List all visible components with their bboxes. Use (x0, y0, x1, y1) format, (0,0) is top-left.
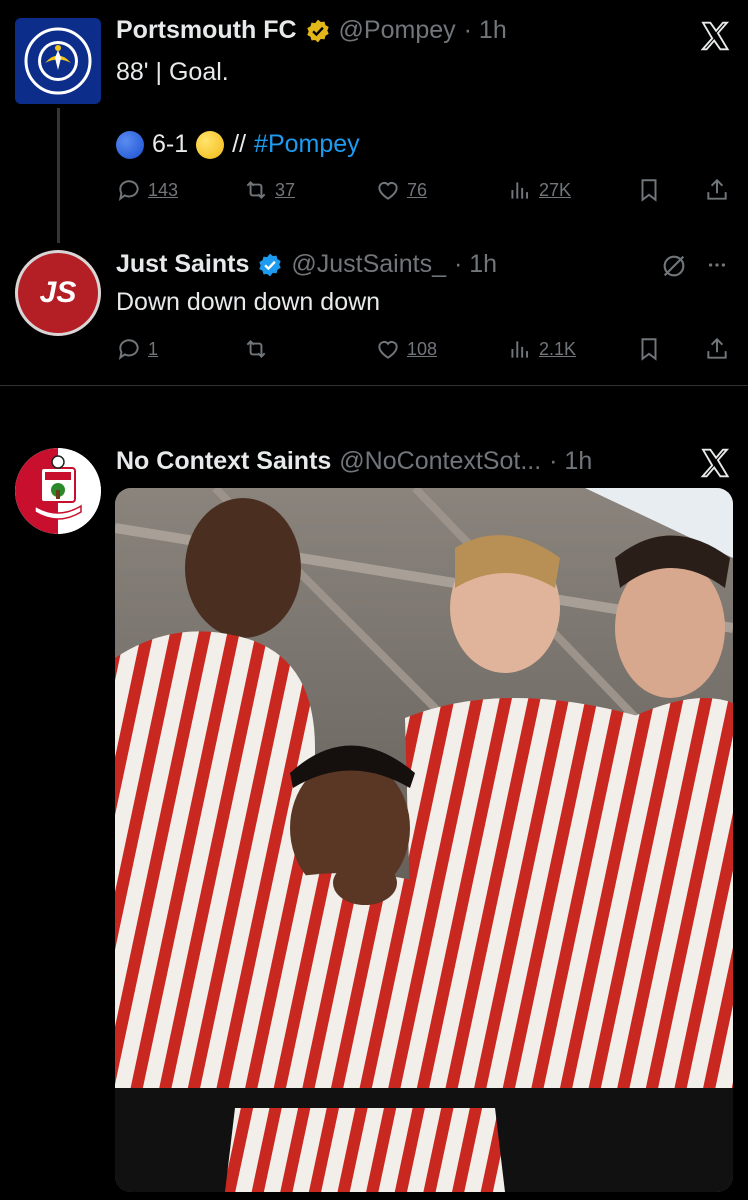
blue-circle-emoji (116, 130, 144, 159)
bookmark-icon (641, 338, 657, 361)
bookmark-button[interactable] (636, 177, 662, 203)
tweet-media-photo[interactable] (115, 488, 733, 1192)
hashtag-link[interactable]: #Pompey (254, 130, 360, 159)
bookmark-button[interactable] (636, 336, 662, 362)
no-context-saints-avatar[interactable] (15, 448, 101, 534)
reply-icon (118, 180, 139, 201)
views-icon (511, 341, 529, 358)
reply-button[interactable]: 1 (116, 336, 158, 362)
score-text: 6-1 (152, 130, 189, 158)
share-button[interactable] (704, 177, 730, 203)
x-logo-icon[interactable] (698, 447, 732, 479)
retweet-button[interactable] (243, 336, 269, 362)
tweet-text-line2: 6-1 // #Pompey (116, 130, 360, 159)
thread-line (57, 108, 60, 243)
tweet-time[interactable]: · 1h (549, 447, 592, 476)
grok-icon[interactable] (660, 252, 688, 280)
views-button[interactable]: 2.1K (507, 336, 576, 362)
verified-blue-badge-icon (259, 253, 282, 276)
tweet-text: Down down down down (116, 288, 381, 316)
views-icon (511, 182, 529, 199)
just-saints-avatar[interactable]: JS (15, 250, 101, 336)
saints-crest-icon (15, 448, 101, 534)
author-handle[interactable]: @JustSaints_ (291, 250, 446, 279)
js-logo: JS (39, 276, 77, 309)
celebration-photo (115, 488, 733, 1192)
reply-icon (118, 339, 139, 360)
views-button[interactable]: 27K (507, 177, 571, 203)
bookmark-icon (641, 179, 657, 202)
verified-gold-badge-icon (306, 19, 329, 42)
author-name[interactable]: Just Saints (116, 250, 249, 279)
retweet-icon (246, 340, 266, 358)
share-button[interactable] (704, 336, 730, 362)
like-icon (378, 341, 398, 359)
reply-button[interactable]: 143 (116, 177, 178, 203)
separator-text: // (232, 130, 247, 158)
divider (0, 385, 748, 386)
tweet-time[interactable]: · 1h (454, 250, 497, 279)
author-handle[interactable]: @NoContextSot... (339, 447, 541, 476)
like-icon (378, 182, 398, 200)
pompey-crest-icon (24, 27, 92, 95)
x-logo-icon[interactable] (698, 20, 732, 52)
retweet-button[interactable]: 37 (243, 177, 295, 203)
pompey-avatar[interactable] (15, 18, 101, 104)
retweet-icon (246, 181, 266, 199)
like-button[interactable]: 108 (375, 336, 437, 362)
author-name[interactable]: No Context Saints (116, 447, 331, 476)
author-name[interactable]: Portsmouth FC (116, 16, 297, 45)
tweet-time[interactable]: · 1h (464, 16, 507, 45)
share-icon (707, 178, 727, 200)
more-icon[interactable] (704, 254, 730, 276)
like-button[interactable]: 76 (375, 177, 427, 203)
tweet-text: 88' | Goal. (116, 58, 229, 86)
share-icon (707, 337, 727, 359)
yellow-circle-emoji (196, 130, 225, 159)
author-handle[interactable]: @Pompey (339, 16, 456, 45)
